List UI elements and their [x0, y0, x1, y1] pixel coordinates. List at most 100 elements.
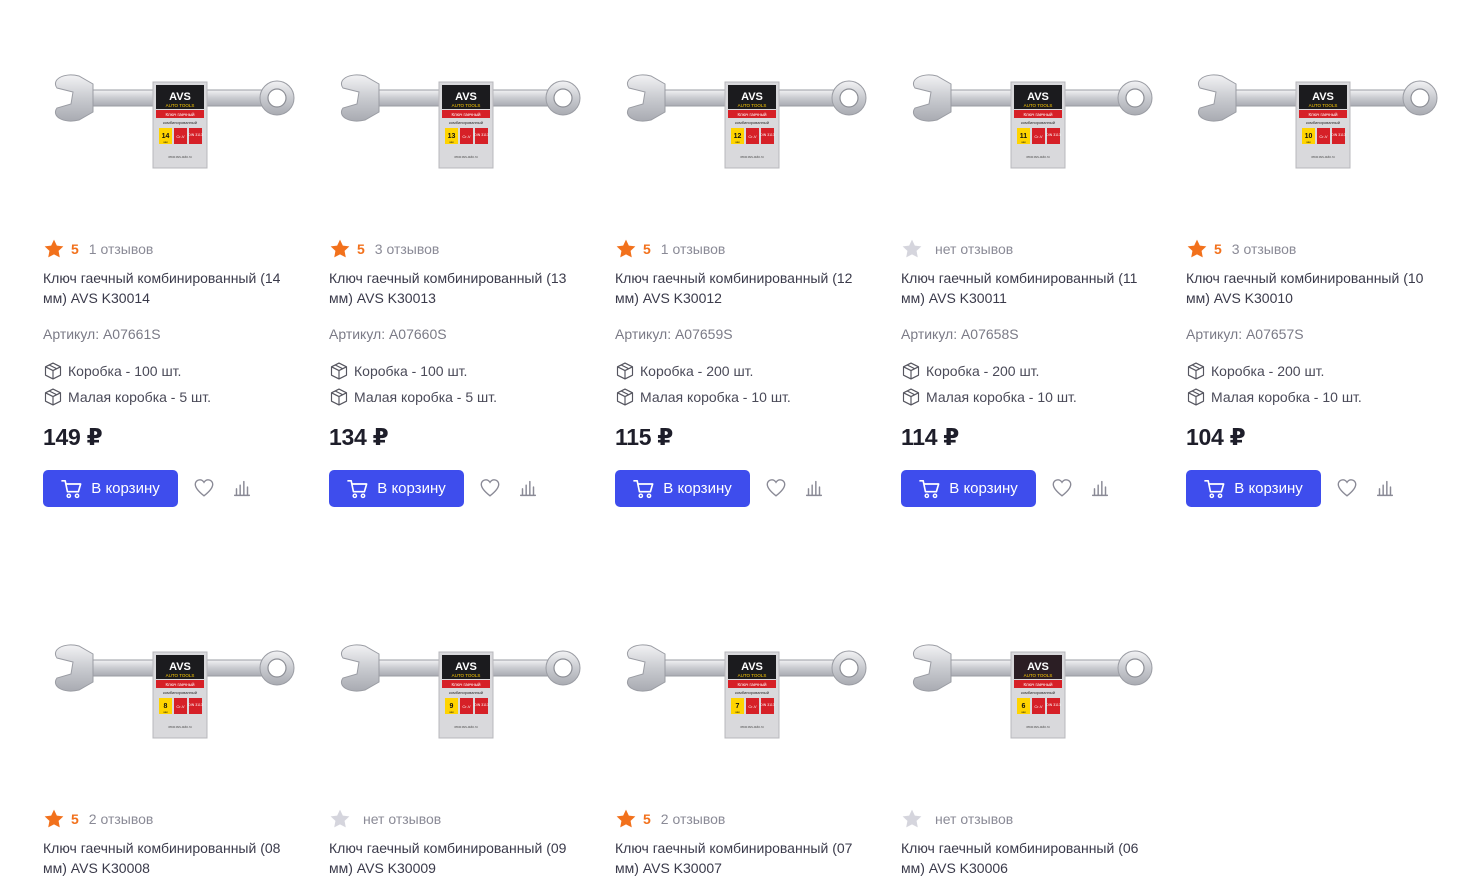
product-sku: Артикул: A07661S: [43, 326, 161, 342]
product-title[interactable]: Ключ гаечный комбинированный (14 мм) AVS…: [43, 268, 305, 308]
reviews-count[interactable]: нет отзывов: [935, 811, 1013, 827]
product-thumbnail[interactable]: AVS AUTO TOOLS Ключ гаечный комбинированный…: [43, 70, 305, 230]
svg-text:AVS: AVS: [169, 661, 191, 673]
product-title[interactable]: Ключ гаечный комбинированный (06 мм) AVS…: [901, 838, 1163, 878]
compare-icon[interactable]: [1089, 477, 1111, 499]
reviews-count[interactable]: нет отзывов: [363, 811, 441, 827]
rating-score: 5: [1214, 241, 1222, 257]
product-thumbnail[interactable]: AVS AUTO TOOLS Ключ гаечный комбинированный…: [329, 640, 591, 800]
reviews-count[interactable]: 1 отзывов: [89, 241, 154, 257]
star-icon: [902, 809, 922, 828]
rating: нет отзывов: [329, 808, 441, 830]
package-box-label: Коробка - 200 шт.: [640, 363, 754, 379]
compare-icon[interactable]: [517, 477, 539, 499]
svg-text:DIN 3113: DIN 3113: [474, 703, 489, 707]
svg-text:AVS: AVS: [741, 91, 763, 103]
svg-text:Cr-V: Cr-V: [462, 704, 471, 709]
product-image: AVSAUTO TOOLS Ключ гаечный комбинированный…: [913, 644, 1153, 739]
product-thumbnail[interactable]: AVS AUTO TOOLS Ключ гаечный комбинированный…: [901, 70, 1163, 230]
reviews-count[interactable]: 3 отзывов: [1232, 241, 1297, 257]
svg-text:AVS: AVS: [455, 661, 477, 673]
svg-text:13: 13: [448, 133, 456, 140]
box-icon: [902, 362, 920, 380]
package-box: Коробка - 100 шт.: [329, 361, 467, 381]
svg-text:11: 11: [1020, 133, 1028, 140]
svg-text:Cr-V: Cr-V: [1319, 134, 1328, 139]
product-image: AVSAUTO TOOLS Ключ гаечный комбинированный…: [627, 644, 867, 739]
reviews-count[interactable]: 3 отзывов: [375, 241, 440, 257]
product-title[interactable]: Ключ гаечный комбинированный (11 мм) AVS…: [901, 268, 1163, 308]
product-title[interactable]: Ключ гаечный комбинированный (13 мм) AVS…: [329, 268, 591, 308]
product-thumbnail[interactable]: AVS AUTO TOOLS Ключ гаечный комбинированный…: [1186, 70, 1448, 230]
rating: нет отзывов: [901, 238, 1013, 260]
add-to-cart-button[interactable]: В корзину: [615, 470, 750, 507]
product-title[interactable]: Ключ гаечный комбинированный (10 мм) AVS…: [1186, 268, 1448, 308]
product-thumbnail[interactable]: AVS AUTO TOOLS Ключ гаечный комбинированный…: [615, 640, 877, 800]
svg-text:AUTO TOOLS: AUTO TOOLS: [166, 673, 195, 678]
product-thumbnail[interactable]: AVS AUTO TOOLS Ключ гаечный комбинированный…: [615, 70, 877, 230]
heart-icon[interactable]: [1051, 477, 1073, 499]
svg-text:www.avs-auto.ru: www.avs-auto.ru: [454, 155, 478, 159]
svg-text:Ключ гаечный: Ключ гаечный: [165, 111, 195, 117]
box-icon: [44, 388, 62, 406]
add-to-cart-button[interactable]: В корзину: [901, 470, 1036, 507]
heart-icon[interactable]: [479, 477, 501, 499]
svg-text:комбинированный: комбинированный: [1021, 690, 1055, 695]
product-thumbnail[interactable]: AVS AUTO TOOLS Ключ гаечный комбинированный…: [329, 70, 591, 230]
product-title[interactable]: Ключ гаечный комбинированный (08 мм) AVS…: [43, 838, 305, 878]
svg-text:комбинированный: комбинированный: [735, 690, 769, 695]
compare-icon[interactable]: [231, 477, 253, 499]
product-title[interactable]: Ключ гаечный комбинированный (12 мм) AVS…: [615, 268, 877, 308]
add-to-cart-button[interactable]: В корзину: [1186, 470, 1321, 507]
reviews-count[interactable]: 1 отзывов: [661, 241, 726, 257]
heart-icon[interactable]: [765, 477, 787, 499]
rating: 5 2 отзывов: [615, 808, 725, 830]
svg-text:мм: мм: [735, 140, 739, 144]
reviews-count[interactable]: нет отзывов: [935, 241, 1013, 257]
svg-text:комбинированный: комбинированный: [449, 120, 483, 125]
cart-icon: [347, 479, 368, 498]
svg-text:Ключ гаечный: Ключ гаечный: [737, 681, 767, 687]
product-image: AVSAUTO TOOLS Ключ гаечный комбинированный…: [341, 74, 581, 169]
svg-text:Ключ гаечный: Ключ гаечный: [165, 681, 195, 687]
svg-text:AUTO TOOLS: AUTO TOOLS: [452, 673, 481, 678]
svg-text:AVS: AVS: [455, 91, 477, 103]
add-to-cart-button[interactable]: В корзину: [329, 470, 464, 507]
heart-icon[interactable]: [193, 477, 215, 499]
rating: нет отзывов: [901, 808, 1013, 830]
heart-icon[interactable]: [1336, 477, 1358, 499]
box-icon: [616, 362, 634, 380]
svg-text:Cr-V: Cr-V: [748, 704, 757, 709]
add-to-cart-label: В корзину: [377, 480, 446, 497]
product-title[interactable]: Ключ гаечный комбинированный (09 мм) AVS…: [329, 838, 591, 878]
compare-icon[interactable]: [803, 477, 825, 499]
svg-text:DIN 3113: DIN 3113: [188, 133, 203, 137]
svg-text:AUTO TOOLS: AUTO TOOLS: [1309, 103, 1338, 108]
add-to-cart-button[interactable]: В корзину: [43, 470, 178, 507]
product-image: AVSAUTO TOOLS Ключ гаечный комбинированный…: [55, 644, 295, 739]
svg-text:мм: мм: [1021, 710, 1025, 714]
star-icon: [330, 809, 350, 828]
svg-text:Ключ гаечный: Ключ гаечный: [1023, 111, 1053, 117]
svg-text:AUTO TOOLS: AUTO TOOLS: [1024, 673, 1053, 678]
svg-text:DIN 3113: DIN 3113: [1046, 133, 1061, 137]
svg-text:Ключ гаечный: Ключ гаечный: [1308, 111, 1338, 117]
box-icon: [902, 388, 920, 406]
reviews-count[interactable]: 2 отзывов: [661, 811, 726, 827]
rating: 5 1 отзывов: [43, 238, 153, 260]
product-title[interactable]: Ключ гаечный комбинированный (07 мм) AVS…: [615, 838, 877, 878]
svg-text:Cr-V: Cr-V: [176, 704, 185, 709]
product-thumbnail[interactable]: AVS AUTO TOOLS Ключ гаечный комбинированный…: [43, 640, 305, 800]
package-box: Коробка - 100 шт.: [43, 361, 181, 381]
compare-icon[interactable]: [1374, 477, 1396, 499]
svg-text:Ключ гаечный: Ключ гаечный: [1023, 681, 1053, 687]
product-image: AVSAUTO TOOLS Ключ гаечный комбинированный…: [341, 644, 581, 739]
product-thumbnail[interactable]: AVS AUTO TOOLS Ключ гаечный комбинированный…: [901, 640, 1163, 800]
svg-text:AUTO TOOLS: AUTO TOOLS: [738, 103, 767, 108]
reviews-count[interactable]: 2 отзывов: [89, 811, 154, 827]
rating: 5 1 отзывов: [615, 238, 725, 260]
package-box: Коробка - 200 шт.: [615, 361, 753, 381]
package-small-box-label: Малая коробка - 10 шт.: [640, 389, 791, 405]
add-to-cart-label: В корзину: [91, 480, 160, 497]
svg-text:комбинированный: комбинированный: [163, 690, 197, 695]
